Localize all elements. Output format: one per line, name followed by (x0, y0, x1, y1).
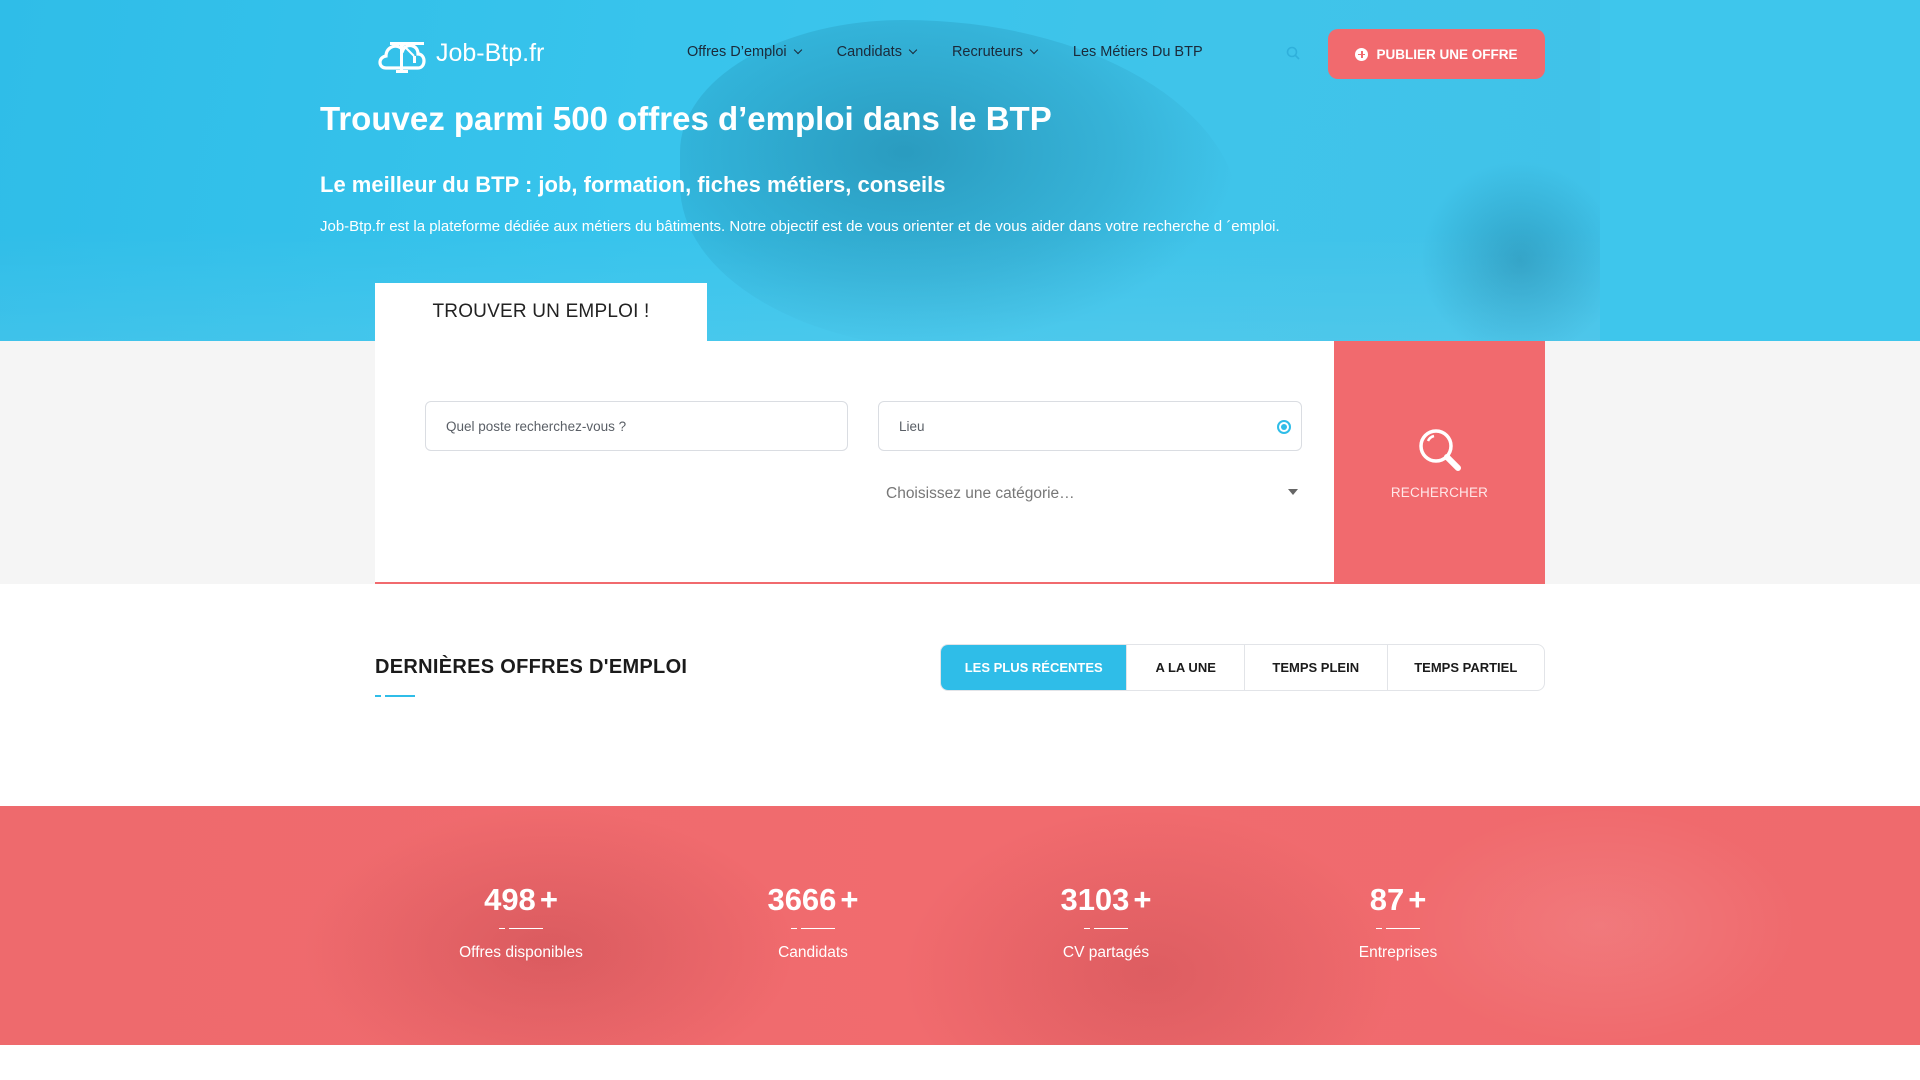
search-form: Quel poste recherchez-vous ? Lieu Choisi… (375, 341, 1335, 584)
nav-item-offres[interactable]: Offres D’emploi (687, 44, 802, 60)
stat-candidates: 3666 + Candidats (713, 882, 913, 962)
stat-separator (791, 928, 835, 930)
stat-label: Entreprises (1358, 944, 1438, 961)
latest-offers-title: DERNIÈRES OFFRES D'EMPLOI (375, 656, 688, 678)
stats-section: 498 + Offres disponibles 3666 + Candidats … (0, 806, 1920, 1045)
stat-separator (499, 928, 543, 930)
next-section-strip (0, 1045, 1920, 1080)
tab-full-time[interactable]: TEMPS PLEIN (1245, 645, 1388, 690)
stat-label: Candidats (778, 944, 848, 961)
hero-description: Job-Btp.fr est la plateforme dédiée aux … (320, 218, 1280, 235)
offer-filter-tabs: LES PLUS RÉCENTES A LA UNE TEMPS PLEIN T… (940, 644, 1545, 691)
crane-cloud-icon (378, 42, 426, 73)
locate-icon[interactable] (1277, 420, 1291, 434)
tab-featured[interactable]: A LA UNE (1127, 645, 1245, 690)
stat-separator (1376, 928, 1420, 930)
stat-value: 3103 + (1060, 882, 1152, 917)
publish-offer-button[interactable]: PUBLIER UNE OFFRE (1328, 29, 1545, 79)
job-title-placeholder: Quel poste recherchez-vous ? (446, 418, 627, 434)
site-logo[interactable]: Job-Btp.fr (376, 30, 544, 76)
chevron-down-icon (1029, 45, 1039, 55)
category-placeholder: Choisissez une catégorie… (886, 485, 1075, 502)
nav-item-label: Candidats (836, 44, 902, 60)
search-icon[interactable] (1286, 46, 1300, 60)
nav-item-metiers[interactable]: Les Métiers Du BTP (1073, 44, 1203, 60)
nav-item-candidats[interactable]: Candidats (836, 44, 918, 60)
stat-value: 498 + (484, 882, 558, 917)
stat-label: CV partagés (1062, 944, 1150, 961)
stat-companies: 87 + Entreprises (1298, 882, 1498, 962)
hero-title: Trouvez parmi 500 offres d’emploi dans l… (320, 100, 1052, 137)
caret-down-icon (1288, 489, 1298, 495)
stat-cvs: 3103 + CV partagés (1006, 882, 1206, 962)
chevron-down-icon (908, 45, 918, 55)
stat-label: Offres disponibles (459, 944, 583, 961)
nav-item-label: Recruteurs (951, 44, 1023, 60)
magnifier-icon (1418, 429, 1461, 471)
site-name: Job-Btp.fr (436, 38, 545, 67)
plus-circle-icon (1355, 47, 1369, 61)
publish-offer-label: PUBLIER UNE OFFRE (1376, 46, 1518, 62)
stat-offers: 498 + Offres disponibles (421, 882, 621, 962)
hero-background-band (1600, 0, 1920, 341)
search-button[interactable]: RECHERCHER (1334, 341, 1545, 584)
location-input[interactable]: Lieu (878, 401, 1302, 451)
category-select[interactable]: Choisissez une catégorie… (886, 479, 1306, 509)
nav-item-label: Offres D’emploi (687, 44, 787, 60)
tab-part-time[interactable]: TEMPS PARTIEL (1388, 645, 1544, 690)
tab-most-recent[interactable]: LES PLUS RÉCENTES (941, 645, 1128, 690)
section-underline (375, 695, 415, 697)
stat-value: 3666 + (767, 882, 859, 917)
nav-item-label: Les Métiers Du BTP (1072, 44, 1203, 60)
job-title-input[interactable]: Quel poste recherchez-vous ? (425, 401, 848, 451)
tab-find-job[interactable]: TROUVER UN EMPLOI ! (375, 283, 707, 341)
stat-value: 87 + (1369, 882, 1427, 917)
hero-subtitle: Le meilleur du BTP : job, formation, fic… (320, 172, 946, 197)
stat-separator (1084, 928, 1128, 930)
nav-item-recruteurs[interactable]: Recruteurs (951, 44, 1039, 60)
location-placeholder: Lieu (899, 418, 925, 434)
search-button-label: RECHERCHER (1390, 485, 1489, 500)
main-nav: Offres D’emploi Candidats Recruteurs Les… (687, 44, 1239, 60)
chevron-down-icon (793, 45, 802, 55)
